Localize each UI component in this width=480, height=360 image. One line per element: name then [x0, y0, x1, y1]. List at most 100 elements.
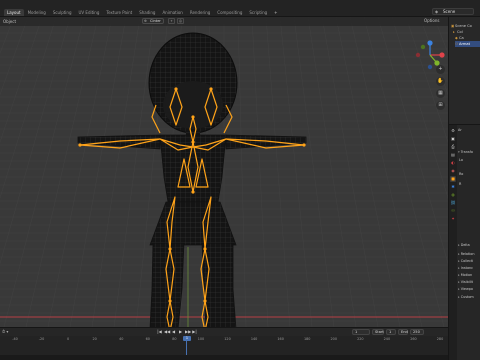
properties-panel[interactable]: ⚙ ▣ ⎙ ▤ ◐ ◉ ■ ✱ ◍ ⛓ ⚇ ✦ Ar ▾Transfo Lo Ro R ▸…: [448, 124, 480, 360]
outliner-item-label: Scene Co: [455, 24, 472, 28]
properties-panel-row[interactable]: ▸Relation: [458, 251, 480, 257]
frame-ruler[interactable]: -40 -20 0 20 40 60 80 100 120 140 160 180 200 220 240 2…: [0, 336, 448, 342]
status-bar: [0, 355, 448, 360]
properties-object-name[interactable]: Ar: [458, 127, 480, 133]
playback-controls: |◀ ◀◀ ◀ ▶ ▶▶ ▶|: [157, 329, 197, 334]
tool-tab-icon[interactable]: ⚙: [450, 128, 456, 134]
expand-caret-icon: ▾: [458, 150, 460, 154]
properties-panel-row[interactable]: ▸Custom: [458, 294, 480, 300]
character-face: [163, 81, 223, 129]
orientation-icon: ⊕: [144, 19, 148, 23]
end-label: End: [398, 329, 408, 335]
tab-sculpting[interactable]: Sculpting: [50, 9, 75, 16]
ruler-tick-label: 180: [303, 337, 311, 341]
camera-view-icon[interactable]: ▦: [436, 89, 445, 98]
zoom-icon[interactable]: +: [436, 65, 445, 74]
properties-panel-row[interactable]: ▸Motion: [458, 272, 480, 278]
expand-caret-icon: ▸: [458, 287, 460, 291]
properties-row-label: Delta: [460, 243, 470, 247]
constraints-tab-icon[interactable]: ⛓: [450, 200, 456, 206]
scene-tab-icon[interactable]: ◐: [450, 160, 456, 166]
properties-panel-row[interactable]: ▸Delta: [458, 242, 480, 248]
transform-orientation-select[interactable]: ⊕ Cinter: [142, 18, 164, 24]
object-mode-label[interactable]: Object: [3, 19, 16, 24]
next-keyframe-icon[interactable]: ▶▶: [185, 329, 191, 334]
current-frame-field[interactable]: 1: [352, 329, 370, 335]
perspective-toggle-icon[interactable]: ⊞: [436, 101, 445, 110]
outliner-item-label: Ca: [459, 36, 464, 40]
properties-panel-row[interactable]: ▸Instanc: [458, 265, 480, 271]
transform-orientation-label: Cinter: [150, 19, 161, 23]
outliner-item-label: Armat: [459, 42, 470, 46]
tab-shading[interactable]: Shading: [136, 9, 158, 16]
play-icon[interactable]: ▶: [178, 329, 183, 334]
view-layer-tab-icon[interactable]: ▤: [450, 152, 456, 158]
armature-character[interactable]: [0, 17, 448, 327]
world-tab-icon[interactable]: ◉: [450, 168, 456, 174]
3d-viewport[interactable]: Object ⊕ Cinter ⌖ ◎ Options + ✋ ▦ ⊞: [0, 17, 448, 327]
ruler-tick-label: 20: [92, 337, 97, 341]
add-workspace-button[interactable]: +: [271, 9, 280, 16]
playhead[interactable]: 1: [183, 336, 191, 341]
properties-panel-row: R: [458, 181, 480, 187]
properties-panel-row[interactable]: ▾Transfo: [458, 149, 480, 155]
properties-panel-row[interactable]: ▸Visibilit: [458, 279, 480, 285]
bone-tab-icon[interactable]: ✦: [450, 216, 456, 222]
snap-icon[interactable]: ⌖: [168, 18, 175, 24]
tab-layout[interactable]: Layout: [4, 9, 24, 16]
jump-end-icon[interactable]: ▶|: [192, 329, 197, 334]
properties-row-label: Relation: [460, 252, 475, 256]
physics-tab-icon[interactable]: ◍: [450, 192, 456, 198]
tab-animation[interactable]: Animation: [159, 9, 185, 16]
tab-uv-editing[interactable]: UV Editing: [76, 9, 103, 16]
output-tab-icon[interactable]: ⎙: [450, 144, 456, 150]
timeline-header: ⏱ ▾ |◀ ◀◀ ◀ ▶ ▶▶ ▶| 1 Start 1 End 250: [0, 328, 448, 336]
ruler-tick-label: 200: [330, 337, 337, 341]
end-frame-field[interactable]: 250: [410, 329, 424, 335]
render-tab-icon[interactable]: ▣: [450, 136, 456, 142]
properties-row-label: Collecti: [460, 259, 474, 263]
properties-tabs: ⚙ ▣ ⎙ ▤ ◐ ◉ ■ ✱ ◍ ⛓ ⚇ ✦: [449, 125, 457, 360]
tab-modeling[interactable]: Modeling: [25, 9, 49, 16]
tab-scripting[interactable]: Scripting: [246, 9, 270, 16]
tab-compositing[interactable]: Compositing: [214, 9, 245, 16]
properties-panel-row: Ro: [458, 171, 480, 177]
ruler-tick-label: -20: [38, 337, 45, 341]
tab-rendering[interactable]: Rendering: [187, 9, 213, 16]
properties-row-label: Visibilit: [460, 280, 473, 284]
ruler-tick-label: 60: [145, 337, 150, 341]
pan-hand-icon[interactable]: ✋: [436, 77, 445, 86]
properties-row-label: Motion: [460, 273, 473, 277]
workspace-tabs: Layout Modeling Sculpting UV Editing Texture…: [4, 9, 281, 16]
frame-fields: 1 Start 1 End 250: [352, 329, 424, 335]
prev-keyframe-icon[interactable]: ◀◀: [164, 329, 170, 334]
timeline-menu-icon[interactable]: ⏱ ▾: [2, 329, 8, 334]
start-frame-field[interactable]: 1: [386, 329, 396, 335]
x-axis-icon: [439, 52, 445, 58]
scene-name: Scene: [443, 9, 456, 14]
data-tab-icon[interactable]: ⚇: [450, 208, 456, 214]
properties-panel-row: Lo: [458, 157, 480, 163]
expand-caret-icon: ▸: [458, 280, 460, 284]
top-bar: Layout Modeling Sculpting UV Editing Texture…: [0, 0, 480, 17]
jump-start-icon[interactable]: |◀: [157, 329, 162, 334]
options-dropdown[interactable]: Options: [424, 18, 439, 23]
outliner-item[interactable]: ⚇Armat: [455, 41, 480, 47]
viewport-header: Object ⊕ Cinter ⌖ ◎ Options: [0, 17, 448, 26]
properties-row-label: Transfo: [460, 150, 473, 154]
play-reverse-icon[interactable]: ◀: [171, 329, 176, 334]
tab-texture-paint[interactable]: Texture Paint: [103, 9, 135, 16]
scene-selector[interactable]: ◆ Scene: [432, 8, 474, 15]
viewport-overlay-buttons: ⌖ ◎: [168, 18, 184, 24]
proportional-edit-icon[interactable]: ◎: [177, 18, 184, 24]
modifier-tab-icon[interactable]: ✱: [450, 184, 456, 190]
object-tab-icon[interactable]: ■: [450, 176, 456, 182]
properties-panel-row[interactable]: ▸Viewpo: [458, 286, 480, 292]
character-legs[interactable]: [149, 242, 237, 327]
properties-panel-row[interactable]: ▸Collecti: [458, 258, 480, 264]
ruler-tick-label: 0: [67, 337, 70, 341]
outliner-panel[interactable]: ▣Scene Co ▸ Col ◆Ca ⚇Armat: [448, 17, 480, 124]
character-hips: [149, 201, 237, 246]
ruler-tick-label: -40: [12, 337, 18, 341]
expand-caret-icon: ▸: [458, 259, 460, 263]
